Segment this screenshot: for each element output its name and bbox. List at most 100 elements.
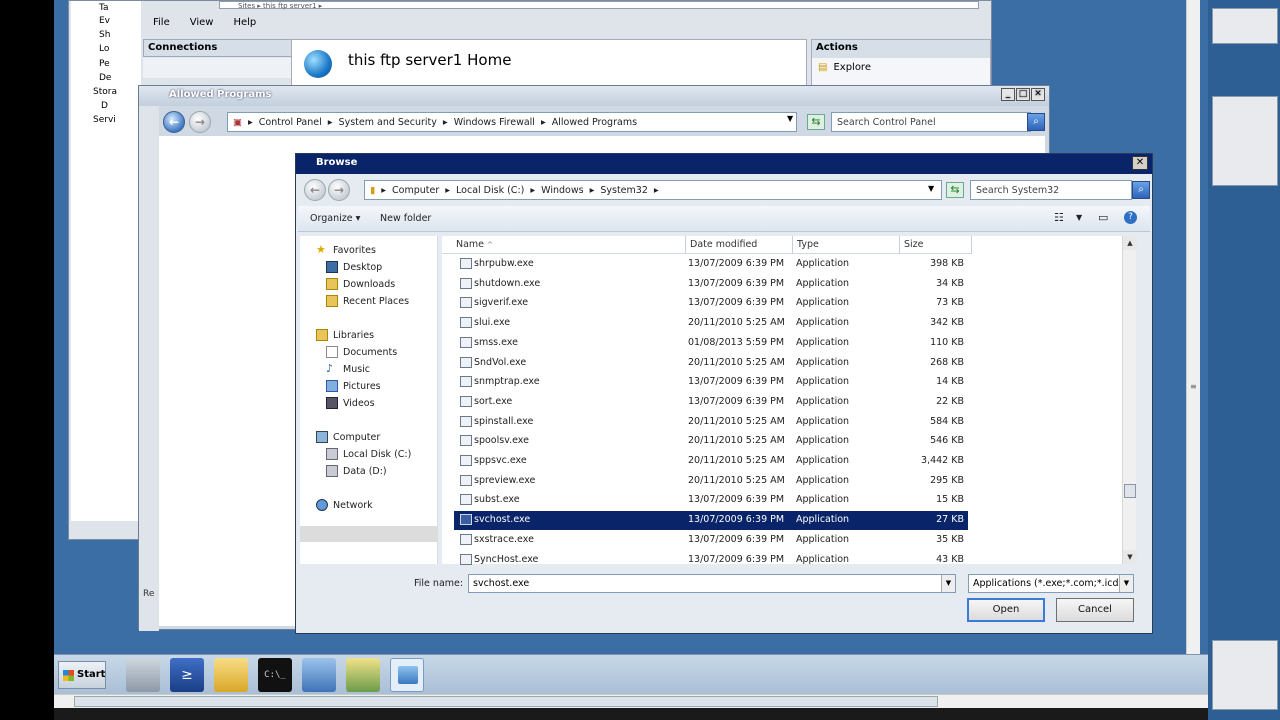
view-dropdown-icon[interactable]: ▼: [1076, 213, 1082, 222]
crumb-item[interactable]: Local Disk (C:): [456, 185, 524, 196]
scroll-thumb[interactable]: [74, 696, 938, 707]
search-input[interactable]: Search System32: [970, 180, 1132, 200]
minimize-button[interactable]: _: [1001, 88, 1015, 101]
nav-local-disk[interactable]: Local Disk (C:): [343, 449, 411, 460]
file-row[interactable]: svchost.exe 13/07/2009 6:39 PM Application…: [454, 511, 968, 531]
nav-network[interactable]: Network: [333, 500, 373, 511]
cancel-button[interactable]: Cancel: [1056, 598, 1134, 622]
file-row[interactable]: spoolsv.exe 20/11/2010 5:25 AM Application…: [454, 432, 968, 451]
crumb-item[interactable]: System and Security: [339, 117, 437, 128]
file-row[interactable]: SyncHost.exe 13/07/2009 6:39 PM Applicatio…: [454, 551, 968, 570]
crumb-item[interactable]: Computer: [392, 185, 439, 196]
nav-videos[interactable]: Videos: [343, 398, 375, 409]
powershell-icon[interactable]: ≥: [170, 658, 204, 692]
crumb-item[interactable]: Control Panel: [259, 117, 322, 128]
file-type-select[interactable]: Applications (*.exe;*.com;*.icd) ▼: [968, 574, 1134, 593]
viewer-horizontal-scrollbar[interactable]: [54, 694, 1208, 708]
chevron-down-icon[interactable]: ▼: [1119, 575, 1133, 592]
column-type[interactable]: Type: [793, 236, 900, 254]
back-button[interactable]: ←: [304, 179, 326, 201]
forward-button[interactable]: →: [328, 179, 350, 201]
nav-computer[interactable]: Computer: [333, 432, 380, 443]
tree-item[interactable]: Ev: [99, 16, 110, 26]
chevron-down-icon[interactable]: ▼: [941, 575, 955, 592]
tree-item[interactable]: De: [99, 73, 111, 83]
nav-recent[interactable]: Recent Places: [343, 296, 409, 307]
nav-documents[interactable]: Documents: [343, 347, 397, 358]
close-button[interactable]: ✕: [1132, 156, 1148, 170]
nav-favorites[interactable]: Favorites: [333, 245, 376, 256]
scroll-down-icon[interactable]: ▼: [1123, 550, 1137, 564]
dropdown-arrow-icon[interactable]: ▼: [787, 114, 793, 123]
crumb-item[interactable]: Windows: [541, 185, 583, 196]
file-row[interactable]: subst.exe 13/07/2009 6:39 PM Application 15…: [454, 491, 968, 510]
nav-pictures[interactable]: Pictures: [343, 381, 381, 392]
view-options-icon[interactable]: ☷: [1054, 211, 1064, 224]
file-row[interactable]: spreview.exe 20/11/2010 5:25 AM Applicatio…: [454, 472, 968, 491]
breadcrumb[interactable]: ▮ ▸ Computer ▸ Local Disk (C:) ▸ Windows ▸ S…: [364, 180, 942, 200]
breadcrumb[interactable]: ▣ ▸ Control Panel ▸ System and Security ▸ W…: [227, 112, 797, 132]
network-icon[interactable]: [302, 658, 336, 692]
vertical-scrollbar[interactable]: ▲ ▼: [1122, 236, 1137, 564]
file-row[interactable]: shutdown.exe 13/07/2009 6:39 PM Applicatio…: [454, 275, 968, 294]
help-icon[interactable]: ?: [1124, 211, 1137, 224]
file-row[interactable]: snmptrap.exe 13/07/2009 6:39 PM Applicatio…: [454, 373, 968, 392]
tree-item[interactable]: Ta: [99, 3, 109, 13]
column-date[interactable]: Date modified: [686, 236, 793, 254]
open-button[interactable]: Open: [967, 598, 1045, 622]
organize-button[interactable]: Organize ▾: [310, 213, 360, 224]
iis-address-bar[interactable]: Sites ▸ this ftp server1 ▸: [219, 1, 979, 10]
search-input[interactable]: Search Control Panel: [831, 112, 1031, 132]
tree-item[interactable]: Lo: [99, 44, 109, 54]
file-row[interactable]: sort.exe 13/07/2009 6:39 PM Application 22 …: [454, 393, 968, 412]
viewer-vertical-scrollbar[interactable]: ≡: [1186, 0, 1200, 694]
file-row[interactable]: spinstall.exe 20/11/2010 5:25 AM Applicati…: [454, 413, 968, 432]
file-row[interactable]: shrpubw.exe 13/07/2009 6:39 PM Application…: [454, 255, 968, 274]
tree-item[interactable]: Pe: [99, 59, 110, 69]
column-size[interactable]: Size: [900, 236, 972, 254]
crumb-item[interactable]: Allowed Programs: [552, 117, 637, 128]
file-name-input[interactable]: svchost.exe ▼: [468, 574, 956, 593]
file-row[interactable]: sigverif.exe 13/07/2009 6:39 PM Applicatio…: [454, 294, 968, 313]
tree-item[interactable]: Sh: [99, 30, 110, 40]
search-icon[interactable]: ⌕: [1027, 113, 1045, 131]
crumb-item[interactable]: Windows Firewall: [454, 117, 535, 128]
file-row[interactable]: sppsvc.exe 20/11/2010 5:25 AM Application 3…: [454, 452, 968, 471]
nav-music[interactable]: Music: [343, 364, 370, 375]
dropdown-arrow-icon[interactable]: ▼: [928, 184, 934, 193]
control-panel-icon[interactable]: [390, 658, 424, 692]
refresh-button[interactable]: ⇆: [946, 182, 964, 198]
new-folder-button[interactable]: New folder: [380, 213, 431, 224]
file-row[interactable]: sxstrace.exe 13/07/2009 6:39 PM Applicatio…: [454, 531, 968, 550]
preview-pane-icon[interactable]: ▭: [1098, 211, 1108, 224]
nav-data-drive[interactable]: Data (D:): [343, 466, 387, 477]
column-name[interactable]: Name ^: [442, 236, 686, 254]
security-icon[interactable]: [346, 658, 380, 692]
file-row[interactable]: smss.exe 01/08/2013 5:59 PM Application 110…: [454, 334, 968, 353]
crumb-item[interactable]: System32: [600, 185, 648, 196]
maximize-button[interactable]: □: [1016, 88, 1030, 101]
scroll-thumb[interactable]: [1124, 484, 1136, 498]
back-button[interactable]: ←: [163, 111, 185, 133]
nav-downloads[interactable]: Downloads: [343, 279, 395, 290]
file-row[interactable]: SndVol.exe 20/11/2010 5:25 AM Application 2…: [454, 354, 968, 373]
refresh-button[interactable]: ⇆: [807, 114, 825, 130]
cmd-icon[interactable]: C:\_: [258, 658, 292, 692]
tree-item[interactable]: D: [101, 101, 108, 111]
explorer-icon[interactable]: [214, 658, 248, 692]
explore-link[interactable]: Explore: [833, 62, 871, 73]
menu-file[interactable]: File: [153, 17, 170, 35]
tree-item[interactable]: Servi: [93, 115, 116, 125]
menu-help[interactable]: Help: [233, 17, 256, 35]
scroll-up-icon[interactable]: ▲: [1123, 236, 1137, 250]
file-row[interactable]: slui.exe 20/11/2010 5:25 AM Application 342…: [454, 314, 968, 333]
start-button[interactable]: Start: [58, 661, 106, 689]
server-manager-icon[interactable]: [126, 658, 160, 692]
menu-view[interactable]: View: [190, 17, 214, 35]
tree-item[interactable]: Stora: [93, 87, 117, 97]
close-button[interactable]: ✕: [1031, 88, 1045, 101]
search-icon[interactable]: ⌕: [1132, 181, 1150, 199]
forward-button[interactable]: →: [189, 111, 211, 133]
nav-libraries[interactable]: Libraries: [333, 330, 374, 341]
nav-desktop[interactable]: Desktop: [343, 262, 382, 273]
